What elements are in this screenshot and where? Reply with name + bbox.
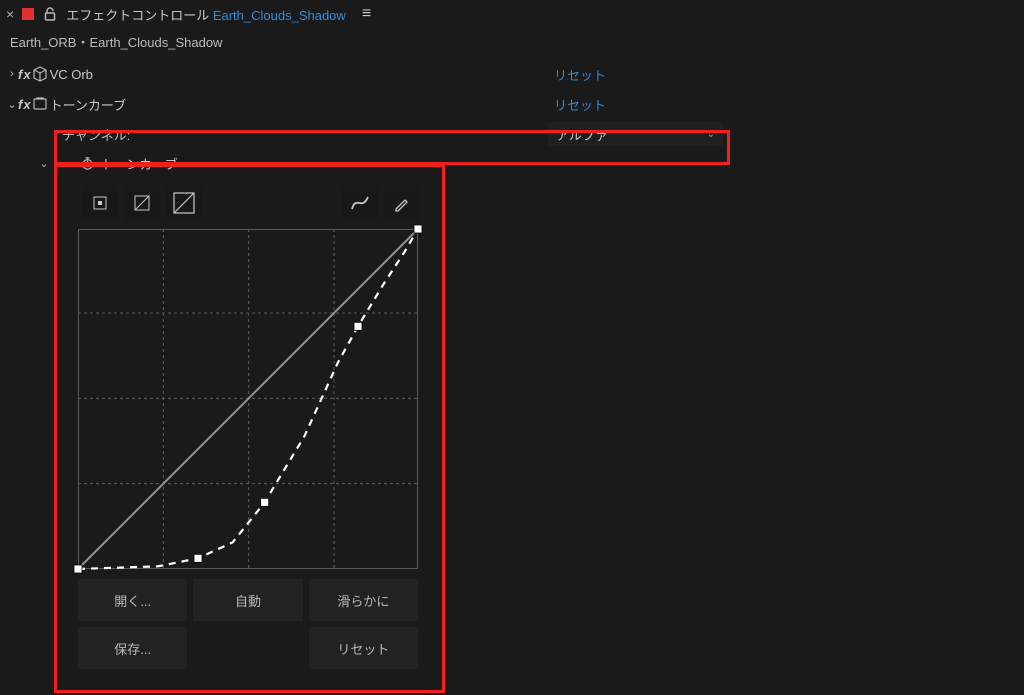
preset-icon	[32, 96, 48, 112]
reset-curve-button[interactable]: リセット	[309, 627, 418, 669]
open-button[interactable]: 開く...	[78, 579, 187, 621]
lock-icon[interactable]	[42, 6, 58, 22]
auto-button[interactable]: 自動	[193, 579, 302, 621]
close-panel-button[interactable]: ×	[6, 6, 14, 22]
channel-dropdown[interactable]: アルファ ⌄	[548, 122, 723, 146]
blank-cell	[193, 627, 302, 669]
channel-dropdown-value: アルファ	[556, 125, 608, 144]
tonecurve-label: トーンカーブ	[101, 154, 178, 173]
effect-name[interactable]: トーンカーブ	[50, 95, 127, 114]
panel-menu-button[interactable]: ≡	[362, 5, 371, 23]
grid-size-medium-button[interactable]	[124, 185, 160, 221]
breadcrumb: Earth_ORB・Earth_Clouds_Shadow	[0, 28, 1024, 59]
grid-size-small-button[interactable]	[82, 185, 118, 221]
panel-title-link[interactable]: Earth_Clouds_Shadow	[213, 8, 346, 23]
reset-link[interactable]: リセット	[554, 65, 606, 84]
expand-caret[interactable]: ⌄	[38, 157, 50, 170]
save-button[interactable]: 保存...	[78, 627, 187, 669]
pencil-tool-button[interactable]	[384, 185, 420, 221]
reset-link[interactable]: リセット	[554, 95, 606, 114]
effect-name[interactable]: VC Orb	[50, 67, 93, 82]
smooth-button[interactable]: 滑らかに	[309, 579, 418, 621]
expand-caret[interactable]: ›	[6, 68, 18, 80]
fx-badge-icon[interactable]: fx	[18, 97, 32, 112]
panel-title: エフェクトコントロール Earth_Clouds_Shadow	[66, 5, 346, 24]
channel-label: チャンネル:	[62, 125, 130, 144]
fx-badge-icon[interactable]: fx	[18, 67, 32, 82]
record-indicator-icon	[22, 8, 34, 20]
bezier-curve-tool-button[interactable]	[342, 185, 378, 221]
cube-icon	[32, 66, 48, 82]
chevron-down-icon: ⌄	[707, 129, 715, 140]
tone-curve-graph[interactable]	[78, 229, 418, 569]
grid-size-large-button[interactable]	[166, 185, 202, 221]
stopwatch-icon[interactable]	[80, 156, 95, 171]
expand-caret[interactable]: ⌄	[6, 98, 18, 111]
